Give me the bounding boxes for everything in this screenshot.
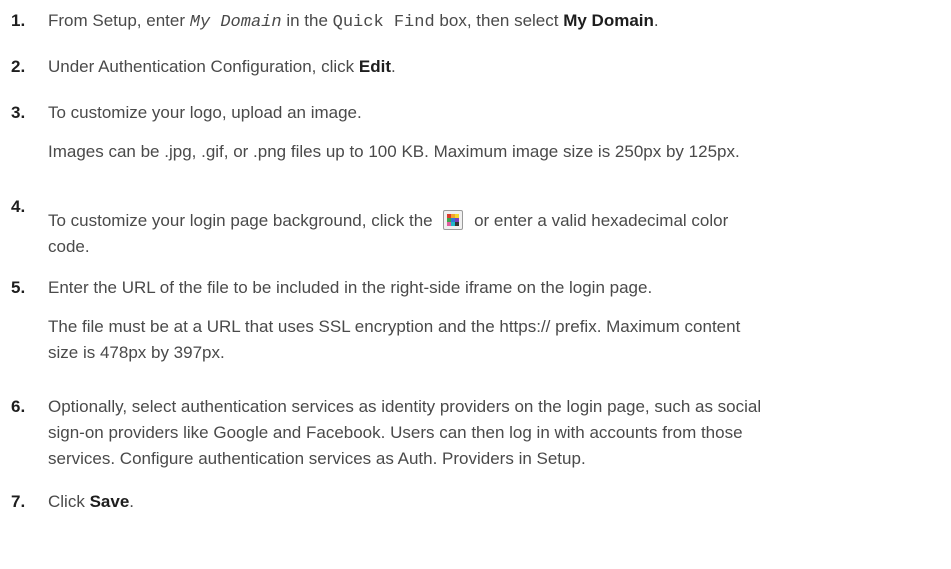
step-number: 4. bbox=[11, 197, 26, 216]
step-text-continued: sign-on providers like Google and Facebo… bbox=[48, 423, 743, 442]
text-fragment: or enter a valid hexadecimal color bbox=[474, 211, 729, 230]
text-fragment: From Setup, enter bbox=[48, 11, 186, 30]
text-fragment: in the bbox=[286, 11, 328, 30]
text-fragment: . bbox=[391, 57, 396, 76]
step-text: From Setup, enter My Domain in the Quick… bbox=[48, 9, 928, 35]
step-text: Under Authentication Configuration, clic… bbox=[48, 55, 928, 79]
step-text-continued: code. bbox=[48, 237, 90, 256]
step-note: Images can be .jpg, .gif, or .png files … bbox=[48, 142, 740, 161]
text-fragment: Click bbox=[48, 492, 85, 511]
step-number: 3. bbox=[11, 103, 26, 122]
bold-my-domain: My Domain bbox=[563, 11, 654, 30]
step-number: 6. bbox=[11, 397, 26, 416]
step-number: 1. bbox=[11, 11, 26, 30]
picker-swatch bbox=[455, 222, 460, 226]
step-number: 5. bbox=[11, 278, 26, 297]
step-text: Click Save. bbox=[48, 490, 928, 514]
step-text: Enter the URL of the file to be included… bbox=[48, 278, 653, 297]
text-fragment: . bbox=[129, 492, 135, 511]
step-note: The file must be at a URL that uses SSL … bbox=[48, 317, 741, 336]
text-fragment: Under Authentication Configuration, clic… bbox=[48, 57, 355, 76]
text-fragment: . bbox=[653, 11, 659, 30]
step-text-continued: services. Configure authentication servi… bbox=[48, 449, 586, 468]
step-text: To customize your logo, upload an image. bbox=[48, 103, 362, 122]
step-number: 7. bbox=[11, 492, 26, 511]
step-text: Optionally, select authentication servic… bbox=[48, 397, 762, 416]
bold-edit: Edit bbox=[358, 57, 392, 76]
bold-save: Save bbox=[89, 492, 130, 511]
code-my-domain: My Domain bbox=[189, 13, 282, 32]
code-quick-find: Quick Find bbox=[332, 13, 435, 32]
text-fragment: To customize your login page background,… bbox=[48, 211, 433, 230]
text-fragment: box, then select bbox=[439, 11, 559, 30]
instructions-document: 1. From Setup, enter My Domain in the Qu… bbox=[0, 0, 951, 569]
step-text: To customize your login page background,… bbox=[48, 209, 928, 233]
color-picker-icon bbox=[443, 210, 464, 230]
step-number: 2. bbox=[11, 57, 26, 76]
step-note: size is 478px by 397px. bbox=[48, 343, 225, 362]
